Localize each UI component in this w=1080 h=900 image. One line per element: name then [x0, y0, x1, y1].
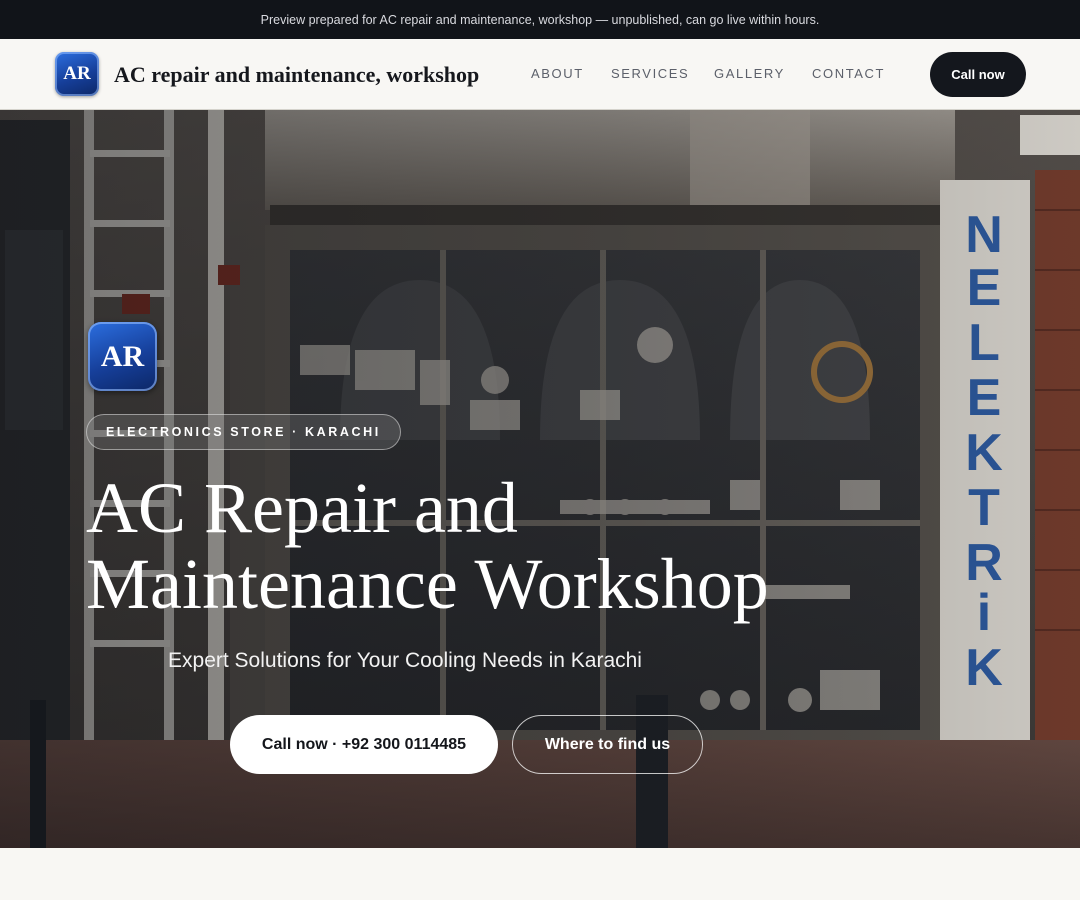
hero-logo: AR: [88, 322, 157, 391]
find-location-button[interactable]: Where to find us: [512, 715, 703, 774]
nav-link-contact[interactable]: CONTACT: [812, 66, 885, 81]
hero-title-line-2: Maintenance Workshop: [86, 544, 769, 624]
preview-banner: Preview prepared for AC repair and maint…: [0, 0, 1080, 39]
nav-link-services[interactable]: SERVICES: [611, 66, 689, 81]
hero-section: N E L E K T R i K AR ELECTRONICS STORE ·…: [0, 110, 1080, 848]
preview-banner-text: Preview prepared for AC repair and maint…: [260, 12, 820, 27]
site-header: AR AC repair and maintenance, workshop A…: [0, 39, 1080, 110]
brand-logo[interactable]: AR: [55, 52, 99, 96]
brand-logo-initials: AR: [63, 63, 91, 84]
hero-title: AC Repair and Maintenance Workshop: [86, 470, 846, 622]
brand-name[interactable]: AC repair and maintenance, workshop: [114, 62, 479, 88]
category-badge: ELECTRONICS STORE · KARACHI: [86, 414, 401, 450]
call-phone-button[interactable]: Call now · +92 300 0114485: [230, 715, 498, 774]
hero-logo-initials: AR: [100, 339, 145, 373]
hero-subtitle: Expert Solutions for Your Cooling Needs …: [168, 649, 642, 672]
nav-link-about[interactable]: ABOUT: [531, 66, 584, 81]
nav-link-gallery[interactable]: GALLERY: [714, 66, 785, 81]
hero-title-line-1: AC Repair and: [86, 468, 518, 548]
call-now-button[interactable]: Call now: [930, 52, 1026, 97]
